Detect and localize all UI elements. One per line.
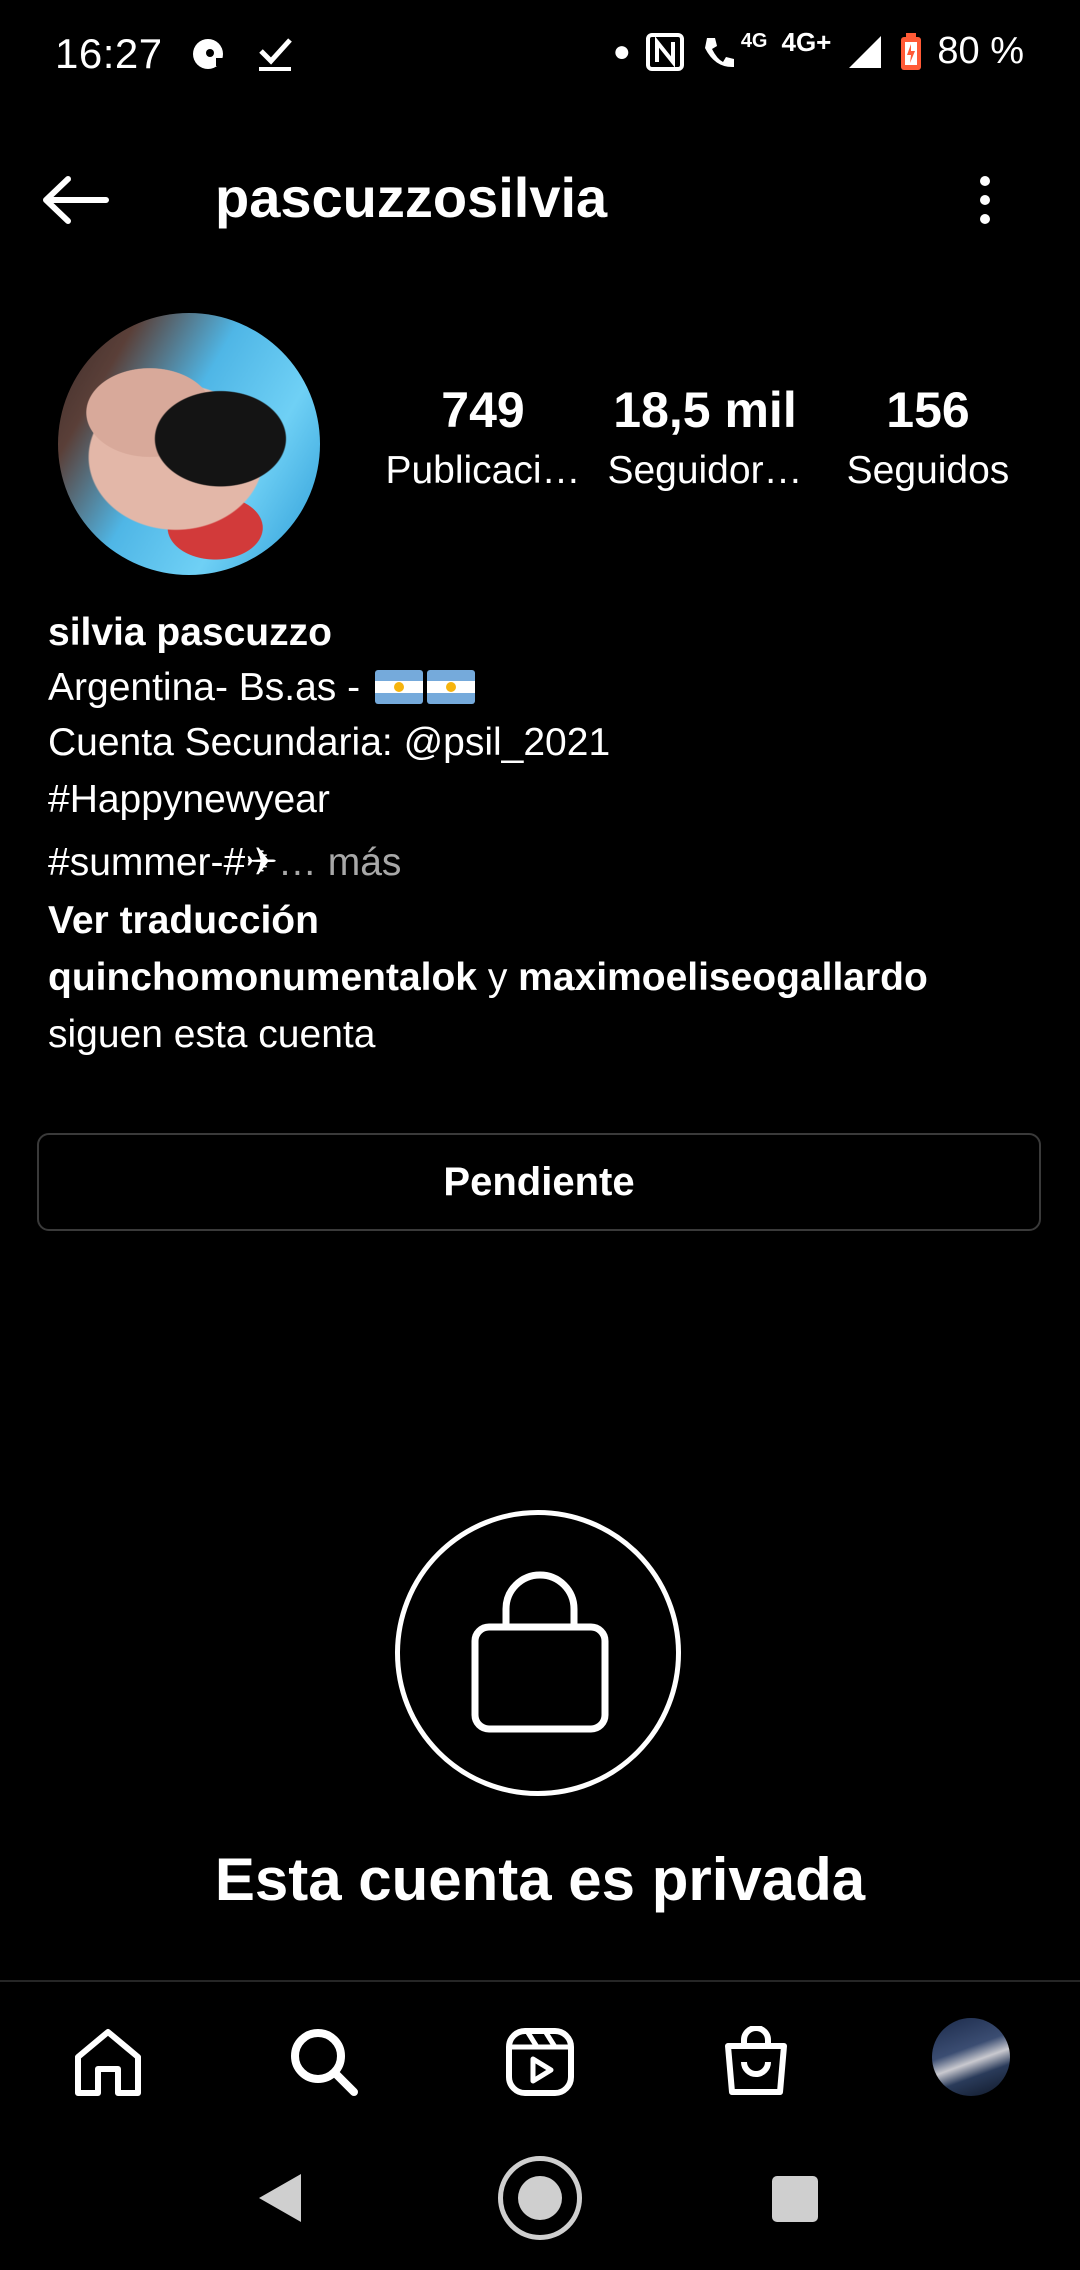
battery-percent: 80 %	[937, 30, 1024, 72]
network-4gplus-label: 4G+	[781, 27, 832, 57]
arrow-left-icon	[43, 176, 109, 224]
reels-icon	[506, 2028, 574, 2096]
stat-following[interactable]: 156 Seguidos	[828, 385, 1028, 493]
stat-followers[interactable]: 18,5 mil Seguidor…	[605, 385, 805, 493]
nfc-icon	[645, 32, 685, 72]
bio-hashtag-text[interactable]: #summer-#✈	[48, 841, 278, 884]
argentina-flag-icon	[426, 670, 475, 704]
check-icon	[256, 34, 296, 79]
argentina-flag-icon	[374, 670, 423, 704]
battery-icon	[899, 32, 923, 72]
bio-location: Argentina- Bs.as -	[48, 665, 475, 712]
bottom-nav	[0, 1980, 1080, 2134]
nav-home[interactable]	[68, 2022, 148, 2102]
system-home-button[interactable]	[498, 2156, 582, 2240]
profile-avatar[interactable]	[58, 313, 320, 575]
stat-followers-value: 18,5 mil	[613, 382, 797, 438]
system-back-button[interactable]	[255, 2170, 305, 2231]
stat-posts-label: Publicaci…	[385, 449, 581, 492]
more-vertical-icon	[980, 176, 990, 224]
followed-by[interactable]: quinchomonumentalok y maximoeliseogallar…	[48, 955, 928, 1002]
bio-more-link[interactable]: … más	[278, 841, 402, 884]
back-button[interactable]	[40, 160, 140, 240]
dot-icon: ●	[612, 34, 631, 68]
stat-following-label: Seguidos	[846, 449, 1010, 492]
private-account-title: Esta cuenta es privada	[214, 1846, 866, 1913]
followed-by-suffix: siguen esta cuenta	[48, 1013, 376, 1056]
followed-by-user2[interactable]: maximoeliseogallardo	[518, 956, 928, 999]
sync-icon	[188, 34, 228, 79]
lock-icon	[470, 1565, 610, 1740]
profile-full-name: silvia pascuzzo	[48, 611, 332, 654]
nav-shop[interactable]	[716, 2022, 796, 2102]
status-icons: ● 4G 4G+ 80 %	[612, 27, 1024, 73]
bio-hashtag[interactable]: #Happynewyear	[48, 777, 330, 824]
bio-secondary-account[interactable]: Cuenta Secundaria: @psil_2021	[48, 720, 610, 767]
stat-following-value: 156	[886, 382, 970, 438]
bio-hashtag-summer: #summer-#✈… más	[48, 840, 401, 887]
nav-reels[interactable]	[500, 2022, 580, 2102]
signal-icon	[845, 32, 885, 72]
home-dot-icon	[518, 2176, 562, 2220]
followed-by-user1[interactable]: quinchomonumentalok	[48, 956, 477, 999]
nav-profile-avatar[interactable]	[932, 2018, 1010, 2096]
more-options-button[interactable]	[955, 160, 1015, 240]
home-icon	[75, 2029, 141, 2096]
nav-search[interactable]	[284, 2022, 364, 2102]
stat-posts[interactable]: 749 Publicaci…	[383, 385, 583, 493]
wifi-call-icon	[699, 32, 739, 72]
shopping-bag-icon	[725, 2026, 787, 2095]
network-4g-label: 4G	[740, 30, 768, 52]
bio-location-text: Argentina- Bs.as -	[48, 666, 371, 709]
stat-followers-label: Seguidor…	[607, 449, 803, 492]
triangle-back-icon	[259, 2174, 301, 2222]
see-translation-link[interactable]: Ver traducción	[48, 898, 319, 945]
stat-posts-value: 749	[441, 382, 525, 438]
search-icon	[291, 2029, 358, 2096]
profile-username: pascuzzosilvia	[215, 166, 608, 229]
system-recents-button[interactable]	[772, 2176, 818, 2222]
status-time: 16:27	[55, 30, 163, 77]
pending-follow-button[interactable]: Pendiente	[37, 1133, 1041, 1231]
followed-by-and: y	[477, 956, 519, 999]
